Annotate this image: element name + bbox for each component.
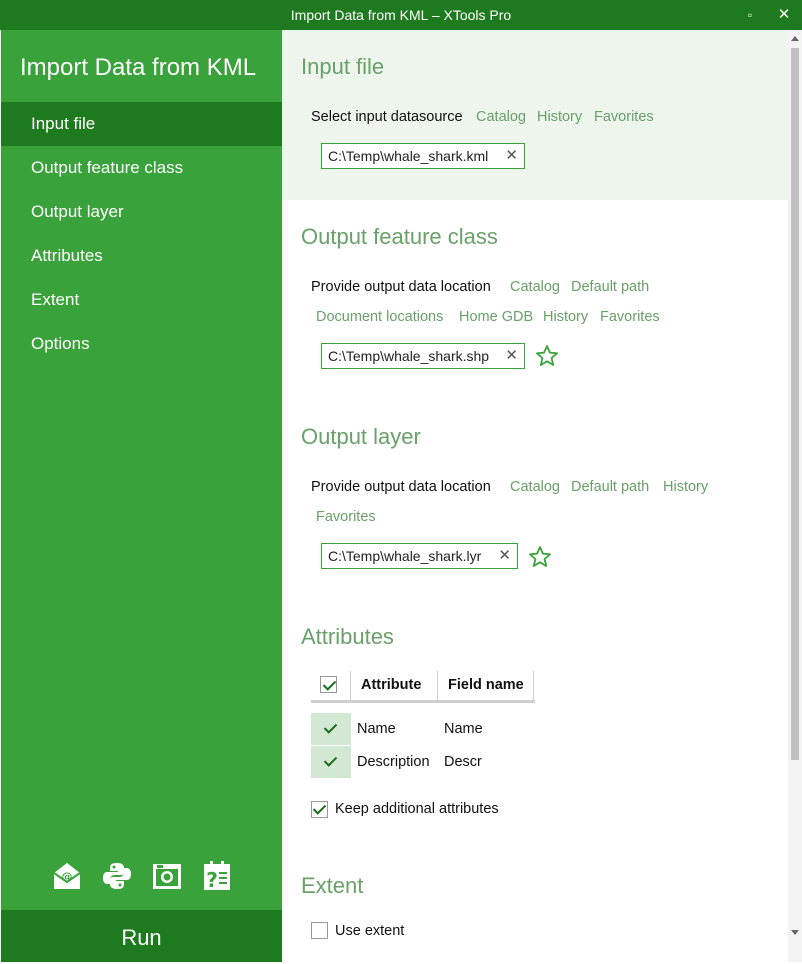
output-layer-default-path-link[interactable]: Default path xyxy=(571,479,649,495)
svg-text:?: ? xyxy=(206,868,218,892)
output-layer-catalog-link[interactable]: Catalog xyxy=(510,479,560,495)
use-extent-label: Use extent xyxy=(335,923,405,939)
scrollbar-thumb[interactable] xyxy=(791,48,799,760)
section-title-extent: Extent xyxy=(301,873,364,898)
favorite-star-icon[interactable] xyxy=(535,344,559,368)
select-all-checkbox[interactable] xyxy=(320,676,337,693)
run-button[interactable]: Run xyxy=(1,910,282,962)
row-checkbox-description[interactable] xyxy=(322,753,339,770)
clear-output-fc-icon[interactable]: ✕ xyxy=(505,344,518,368)
keep-additional-attributes-checkbox[interactable] xyxy=(311,801,328,818)
output-fc-favorites-link[interactable]: Favorites xyxy=(600,309,660,325)
output-layer-favorites-link[interactable]: Favorites xyxy=(316,509,376,525)
input-catalog-link[interactable]: Catalog xyxy=(476,109,526,125)
favorite-star-icon[interactable] xyxy=(528,545,552,569)
title-bar: Import Data from KML – XTools Pro ▫ ✕ xyxy=(0,0,802,30)
python-icon[interactable] xyxy=(99,858,135,894)
keep-additional-attributes-label: Keep additional attributes xyxy=(335,801,499,817)
input-history-link[interactable]: History xyxy=(537,109,582,125)
input-datasource-label: Select input datasource xyxy=(311,109,463,125)
input-favorites-link[interactable]: Favorites xyxy=(594,109,654,125)
help-icon[interactable]: ? xyxy=(199,858,235,894)
close-button[interactable]: ✕ xyxy=(774,5,794,25)
output-fc-home-gdb-link[interactable]: Home GDB xyxy=(459,309,533,325)
table-row-field-name[interactable]: Descr xyxy=(444,754,482,770)
svg-text:@: @ xyxy=(62,870,73,883)
vertical-scrollbar[interactable] xyxy=(788,30,802,962)
column-header-attribute[interactable]: Attribute xyxy=(361,677,421,693)
sidebar-item-attributes[interactable]: Attributes xyxy=(1,234,282,278)
tool-icons: @ ? xyxy=(49,858,249,894)
clear-input-icon[interactable]: ✕ xyxy=(505,144,518,168)
row-checkbox-name[interactable] xyxy=(322,720,339,737)
output-fc-path-field[interactable]: C:\Temp\whale_shark.shp ✕ xyxy=(321,343,525,369)
clear-output-layer-icon[interactable]: ✕ xyxy=(498,544,511,568)
window-title: Import Data from KML – XTools Pro xyxy=(290,7,512,23)
output-layer-path-value: C:\Temp\whale_shark.lyr xyxy=(328,548,482,564)
output-fc-catalog-link[interactable]: Catalog xyxy=(510,279,560,295)
output-fc-default-path-link[interactable]: Default path xyxy=(571,279,649,295)
sidebar: Import Data from KML Input file Output f… xyxy=(1,30,282,962)
sidebar-item-output-layer[interactable]: Output layer xyxy=(1,190,282,234)
output-fc-document-locations-link[interactable]: Document locations xyxy=(316,309,443,325)
column-header-field-name[interactable]: Field name xyxy=(448,677,524,693)
column-separator xyxy=(533,671,534,700)
use-extent-checkbox[interactable] xyxy=(311,922,328,939)
output-fc-history-link[interactable]: History xyxy=(543,309,588,325)
sidebar-item-input-file[interactable]: Input file xyxy=(1,102,282,146)
output-fc-label: Provide output data location xyxy=(311,279,491,295)
table-row-attribute: Description xyxy=(357,754,430,770)
output-layer-path-field[interactable]: C:\Temp\whale_shark.lyr ✕ xyxy=(321,543,518,569)
table-row-field-name[interactable]: Name xyxy=(444,721,483,737)
column-separator xyxy=(437,671,438,700)
maximize-button[interactable]: ▫ xyxy=(740,5,760,25)
output-fc-path-value: C:\Temp\whale_shark.shp xyxy=(328,348,490,364)
sidebar-item-extent[interactable]: Extent xyxy=(1,278,282,322)
output-layer-history-link[interactable]: History xyxy=(663,479,708,495)
scroll-up-icon[interactable] xyxy=(791,36,799,41)
email-icon[interactable]: @ xyxy=(49,858,85,894)
section-title-attributes: Attributes xyxy=(301,624,394,649)
output-layer-label: Provide output data location xyxy=(311,479,491,495)
screenshot-icon[interactable] xyxy=(149,858,185,894)
table-row-attribute: Name xyxy=(357,721,396,737)
scroll-down-icon[interactable] xyxy=(791,930,799,935)
sidebar-item-options[interactable]: Options xyxy=(1,322,282,366)
input-path-value: C:\Temp\whale_shark.kml xyxy=(328,148,489,164)
main-panel: Input file Select input datasource Catal… xyxy=(282,30,788,962)
column-separator xyxy=(350,671,351,700)
section-title-input-file: Input file xyxy=(301,54,385,79)
sidebar-item-output-feature-class[interactable]: Output feature class xyxy=(1,146,282,190)
section-title-output-layer: Output layer xyxy=(301,424,421,449)
section-title-output-feature-class: Output feature class xyxy=(301,224,498,249)
sidebar-title: Import Data from KML xyxy=(20,54,257,81)
input-path-field[interactable]: C:\Temp\whale_shark.kml ✕ xyxy=(321,143,525,169)
attributes-table-header: Attribute Field name xyxy=(311,671,535,703)
